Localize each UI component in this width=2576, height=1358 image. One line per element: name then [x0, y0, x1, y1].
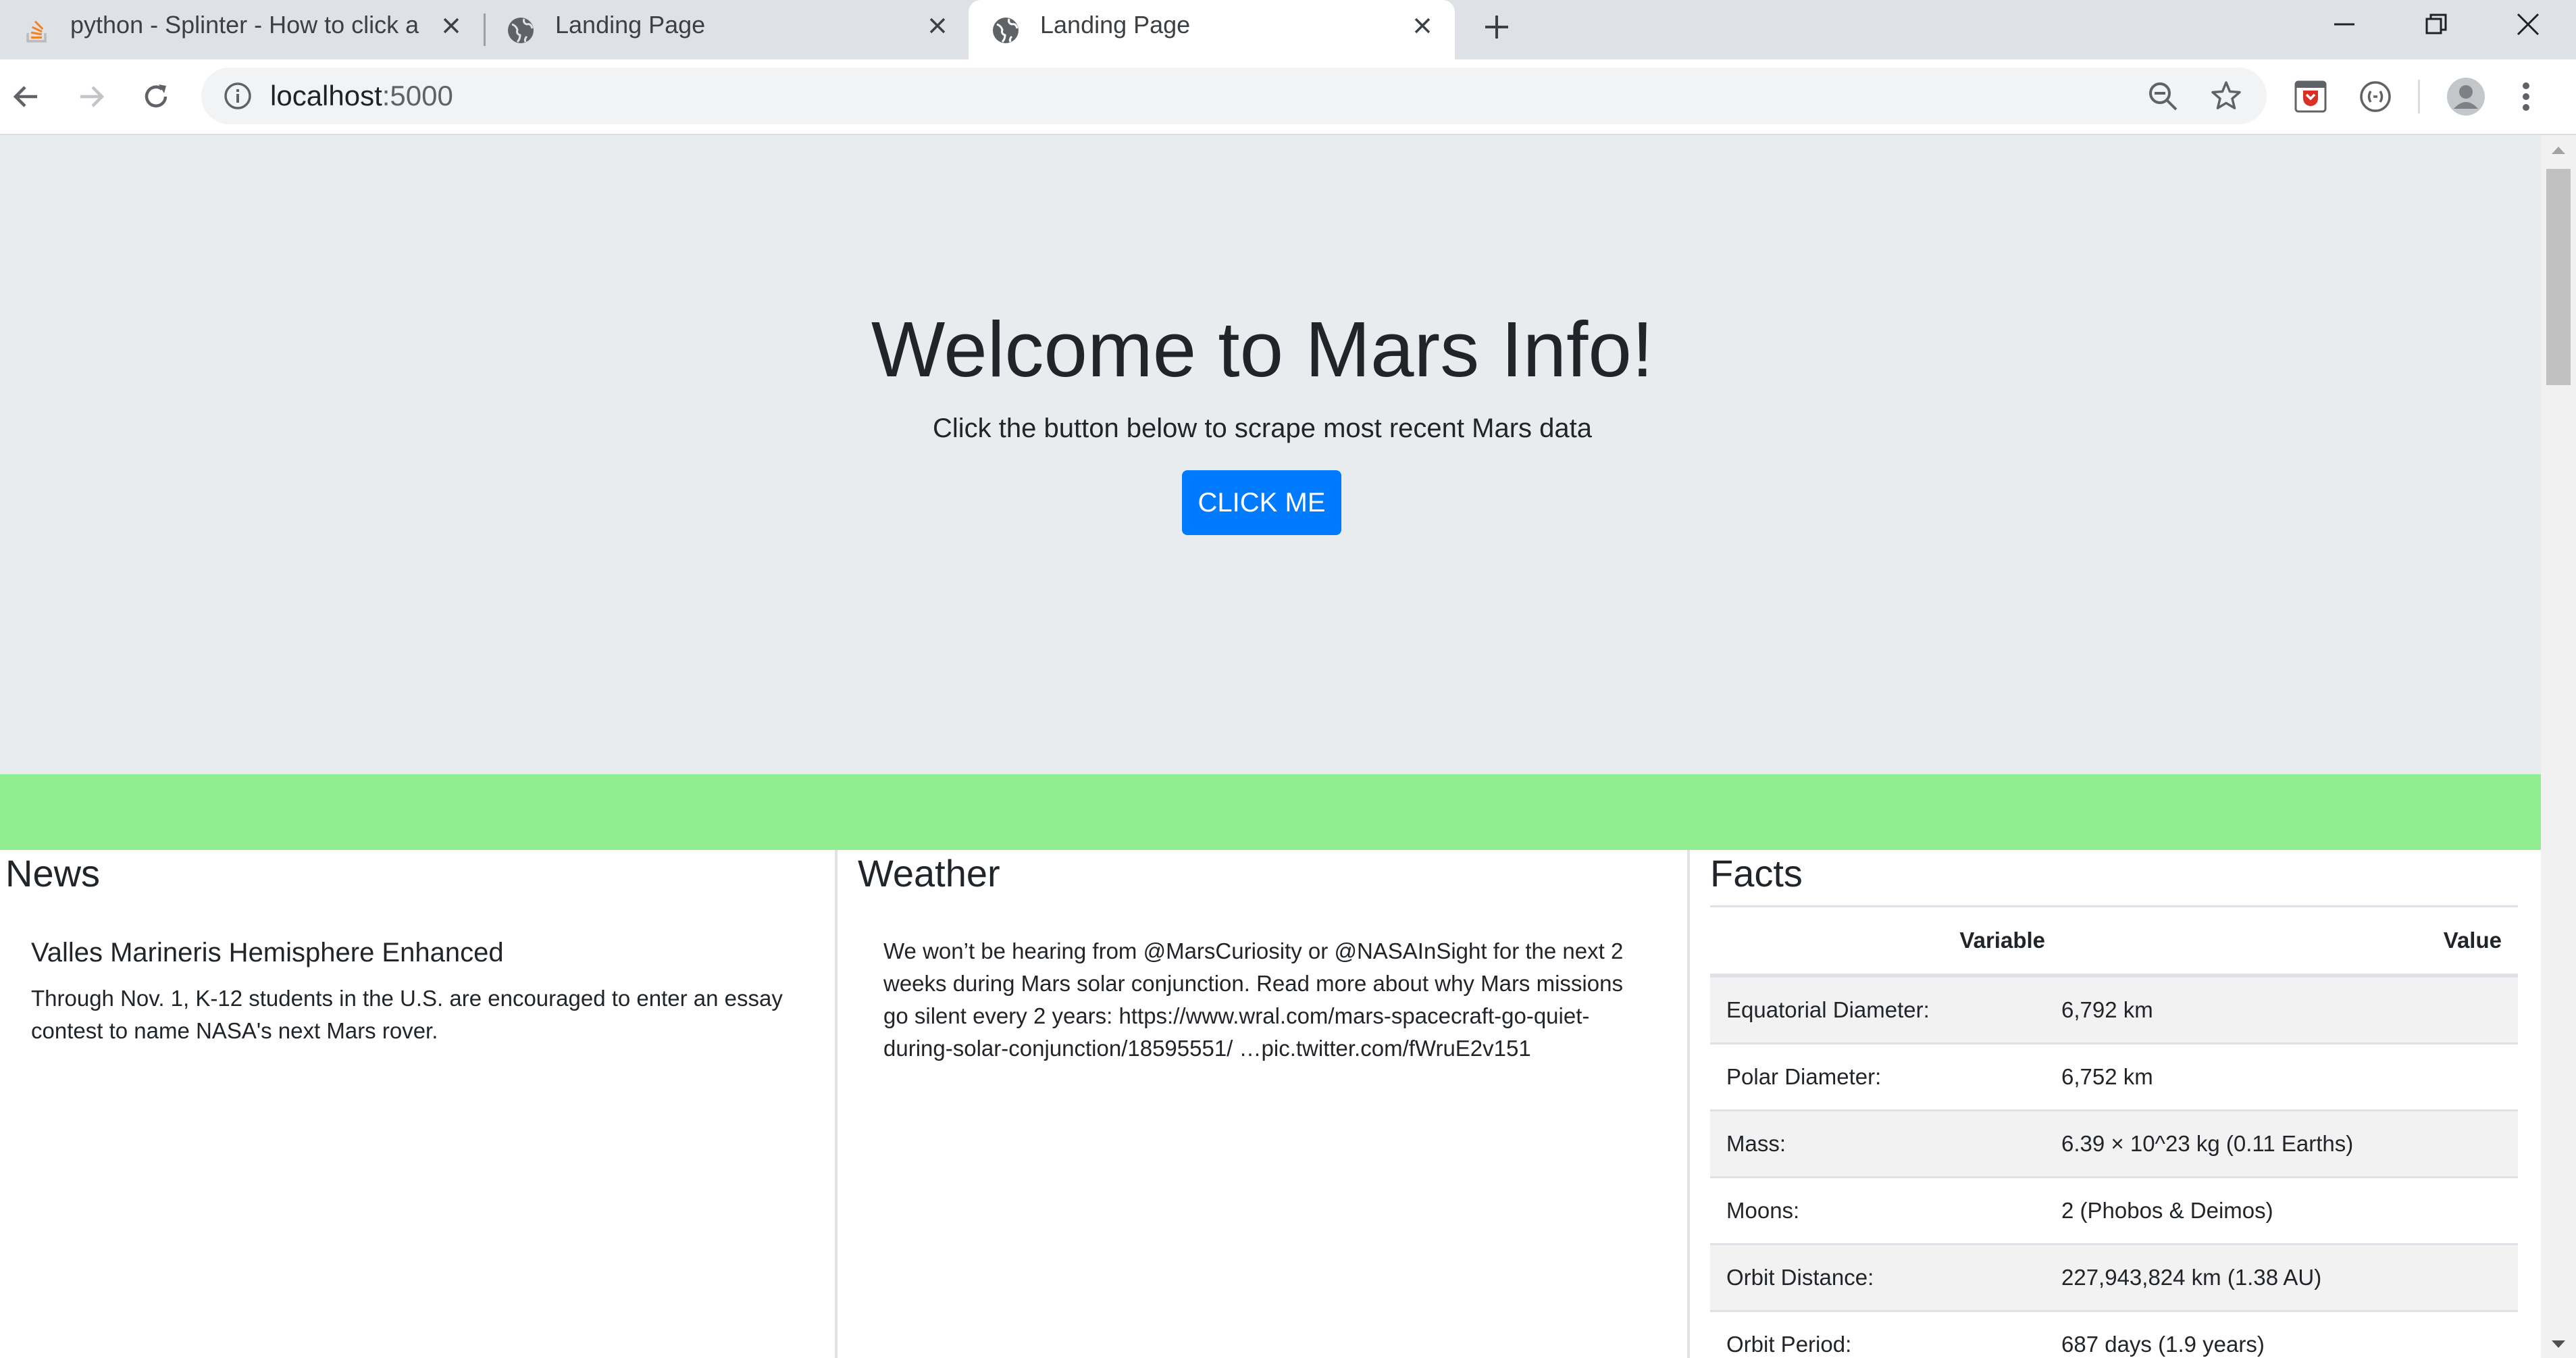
column-header-value: Value	[2045, 905, 2518, 978]
jumbotron: Welcome to Mars Info! Click the button b…	[0, 135, 2541, 774]
green-divider-bar	[0, 774, 2541, 850]
facts-header-row: Variable Value	[1710, 905, 2518, 978]
fact-value: 6,792 km	[2045, 974, 2518, 1044]
close-window-icon[interactable]	[2484, 0, 2572, 49]
address-bar[interactable]: localhost:5000	[201, 68, 2267, 124]
reload-icon[interactable]	[134, 74, 178, 119]
url-host: localhost	[270, 80, 382, 111]
facts-heading: Facts	[1710, 852, 1803, 895]
tab-stackoverflow[interactable]: python - Splinter - How to click a	[0, 0, 480, 59]
globe-icon	[507, 16, 535, 45]
table-row: Orbit Distance: 227,943,824 km (1.38 AU)	[1710, 1243, 2518, 1311]
tab-title: Landing Page	[555, 11, 706, 39]
fact-variable: Mass:	[1710, 1109, 2045, 1178]
url-text: localhost:5000	[270, 68, 453, 124]
news-column: News Valles Marineris Hemisphere Enhance…	[0, 850, 838, 1358]
facts-column: Facts Variable Value Equatorial Diameter…	[1690, 850, 2541, 1358]
stackoverflow-icon	[23, 16, 51, 45]
new-tab-icon[interactable]	[1479, 9, 1514, 45]
fact-value: 687 days (1.9 years)	[2045, 1310, 2518, 1358]
table-row: Orbit Period: 687 days (1.9 years)	[1710, 1310, 2518, 1358]
hero-lead-text: Click the button below to scrape most re…	[932, 413, 1592, 443]
info-icon[interactable]	[223, 81, 253, 114]
restore-icon[interactable]	[2392, 0, 2480, 49]
column-header-variable: Variable	[1710, 905, 2045, 978]
tab-separator	[484, 14, 486, 46]
page-scrollbar[interactable]	[2541, 135, 2576, 1358]
scroll-down-arrow-icon[interactable]	[2550, 1339, 2567, 1353]
table-row: Moons: 2 (Phobos & Deimos)	[1710, 1176, 2518, 1244]
news-title: Valles Marineris Hemisphere Enhanced	[31, 938, 504, 967]
tab-close-icon[interactable]	[923, 11, 952, 41]
tab-close-icon[interactable]	[1408, 11, 1437, 41]
scroll-up-arrow-icon[interactable]	[2550, 145, 2567, 159]
extension-icon[interactable]	[2353, 74, 2398, 119]
tab-landing-page-active[interactable]: Landing Page	[969, 0, 1455, 59]
weather-tweet-text: We won’t be hearing from @MarsCuriosity …	[883, 938, 1624, 1061]
tab-close-icon[interactable]	[436, 11, 466, 41]
bookmark-star-icon[interactable]	[2210, 80, 2242, 116]
toolbar-divider	[2418, 80, 2420, 114]
browser-toolbar: localhost:5000	[0, 59, 2576, 135]
weather-heading: Weather	[858, 852, 1000, 895]
weather-column: Weather We won’t be hearing from @MarsCu…	[838, 850, 1690, 1358]
news-body: Through Nov. 1, K-12 students in the U.S…	[31, 986, 783, 1043]
table-row: Polar Diameter: 6,752 km	[1710, 1042, 2518, 1111]
profile-avatar-icon[interactable]	[2444, 74, 2488, 119]
page-title: Welcome to Mars Info!	[871, 305, 1654, 393]
scrape-button[interactable]: CLICK ME	[1182, 470, 1341, 535]
tab-strip: python - Splinter - How to click a Landi…	[0, 0, 2576, 59]
url-port: :5000	[382, 80, 453, 111]
fact-value: 2 (Phobos & Deimos)	[2045, 1176, 2518, 1244]
fact-value: 6.39 × 10^23 kg (0.11 Earths)	[2045, 1109, 2518, 1178]
tab-title: python - Splinter - How to click a	[70, 11, 419, 39]
news-heading: News	[5, 852, 101, 895]
tab-title: Landing Page	[1040, 11, 1191, 39]
fact-variable: Orbit Period:	[1710, 1310, 2045, 1358]
forward-icon[interactable]	[69, 74, 113, 119]
page-viewport: Welcome to Mars Info! Click the button b…	[0, 135, 2541, 1358]
fact-value: 227,943,824 km (1.38 AU)	[2045, 1243, 2518, 1311]
fact-variable: Moons:	[1710, 1176, 2045, 1244]
zoom-out-icon[interactable]	[2146, 80, 2179, 116]
tab-landing-page-1[interactable]: Landing Page	[486, 0, 969, 59]
fact-variable: Polar Diameter:	[1710, 1042, 2045, 1111]
scrollbar-thumb[interactable]	[2546, 169, 2571, 385]
fact-value: 6,752 km	[2045, 1042, 2518, 1111]
facts-table: Variable Value Equatorial Diameter: 6,79…	[1710, 905, 2518, 1358]
menu-kebab-icon[interactable]	[2506, 74, 2546, 119]
back-icon[interactable]	[4, 74, 49, 119]
table-row: Equatorial Diameter: 6,792 km	[1710, 974, 2518, 1044]
fact-variable: Equatorial Diameter:	[1710, 974, 2045, 1044]
pocket-extension-icon[interactable]	[2288, 74, 2333, 119]
minimize-icon[interactable]	[2300, 0, 2388, 49]
fact-variable: Orbit Distance:	[1710, 1243, 2045, 1311]
globe-icon	[991, 16, 1020, 45]
table-row: Mass: 6.39 × 10^23 kg (0.11 Earths)	[1710, 1109, 2518, 1178]
